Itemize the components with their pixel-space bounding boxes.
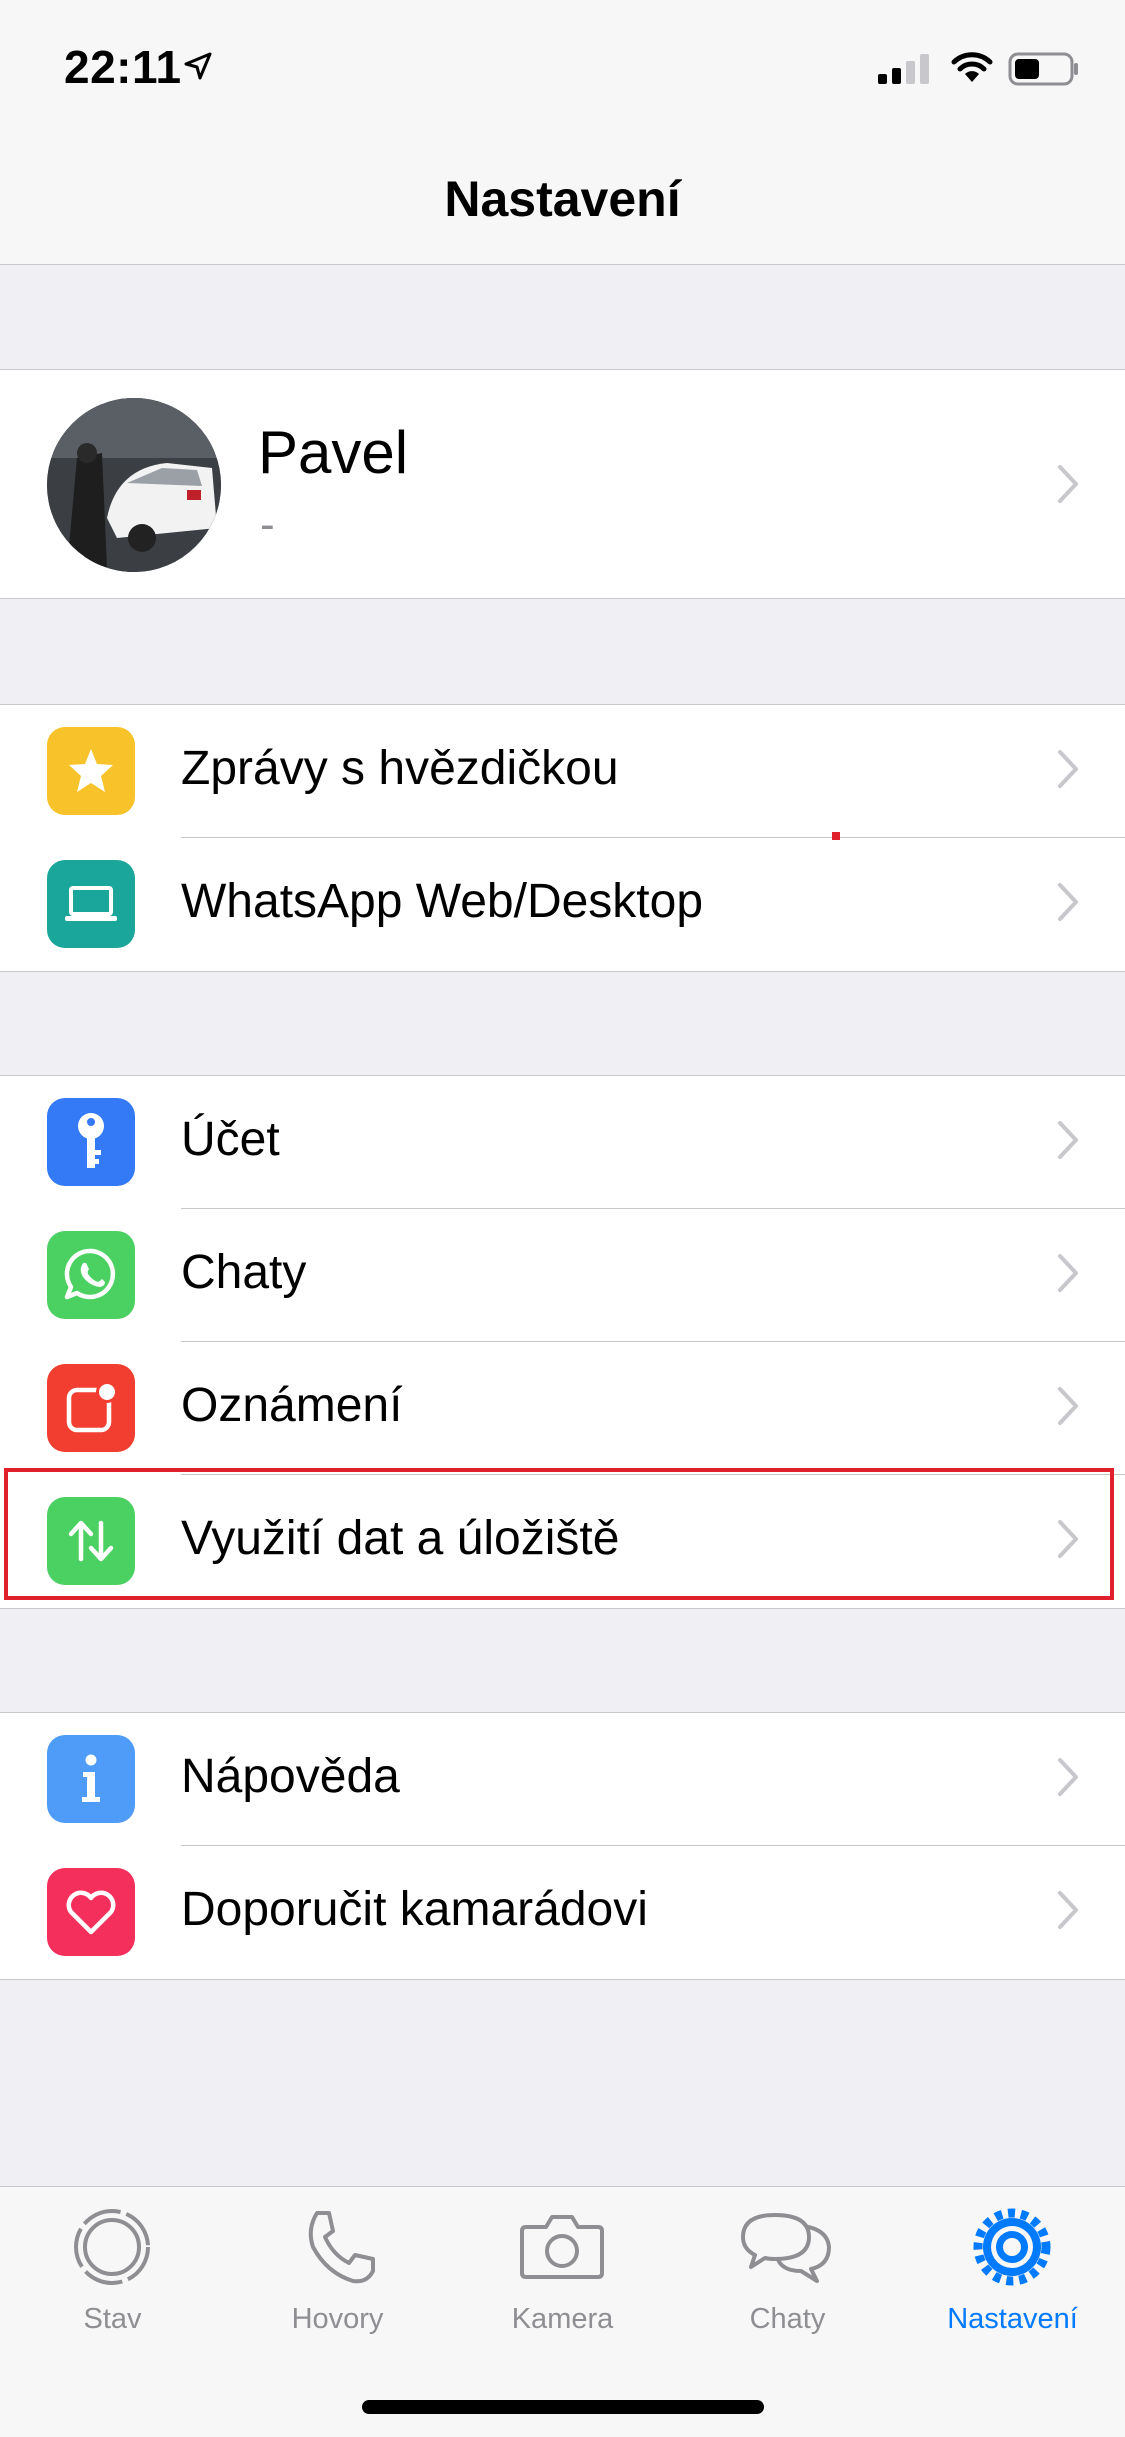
chevron-right-icon bbox=[1058, 883, 1078, 921]
row-chats[interactable]: Chaty bbox=[0, 1209, 1125, 1342]
settings-gear-icon bbox=[973, 2208, 1051, 2286]
row-label: Nápověda bbox=[181, 1750, 400, 1803]
cellular-signal-icon bbox=[878, 54, 929, 84]
highlight-box bbox=[4, 1468, 1114, 1600]
settings-group-3: Nápověda Doporučit kamarádovi bbox=[0, 1712, 1125, 1980]
battery-icon bbox=[1008, 52, 1078, 86]
row-label: Chaty bbox=[181, 1246, 307, 1299]
star-icon bbox=[47, 727, 135, 815]
row-label: Zprávy s hvězdičkou bbox=[181, 742, 619, 795]
row-whatsapp-web[interactable]: WhatsApp Web/Desktop bbox=[0, 838, 1125, 971]
status-bar: 22:11 bbox=[0, 0, 1125, 132]
row-label: Doporučit kamarádovi bbox=[181, 1883, 648, 1936]
row-help[interactable]: Nápověda bbox=[0, 1713, 1125, 1846]
location-arrow-icon bbox=[184, 52, 212, 80]
phone-icon bbox=[308, 2211, 375, 2284]
row-tell-friend[interactable]: Doporučit kamarádovi bbox=[0, 1846, 1125, 1979]
red-dot-marker bbox=[832, 832, 840, 840]
row-account[interactable]: Účet bbox=[0, 1076, 1125, 1209]
heart-icon bbox=[47, 1868, 135, 1956]
camera-icon bbox=[520, 2215, 604, 2279]
settings-group-1: Zprávy s hvězdičkou WhatsApp Web/Desktop bbox=[0, 704, 1125, 972]
laptop-icon bbox=[47, 860, 135, 948]
tab-chats[interactable]: Chaty bbox=[675, 2187, 900, 2347]
status-icon bbox=[74, 2209, 150, 2285]
chevron-right-icon bbox=[1058, 465, 1078, 503]
row-label: Oznámení bbox=[181, 1379, 403, 1432]
row-notifications[interactable]: Oznámení bbox=[0, 1342, 1125, 1475]
tab-label: Stav bbox=[83, 2303, 142, 2335]
tab-settings[interactable]: Nastavení bbox=[900, 2187, 1125, 2347]
whatsapp-icon bbox=[47, 1231, 135, 1319]
profile-name: Pavel bbox=[258, 419, 409, 486]
row-label: WhatsApp Web/Desktop bbox=[181, 875, 704, 928]
tab-camera[interactable]: Kamera bbox=[450, 2187, 675, 2347]
home-indicator[interactable] bbox=[362, 2400, 764, 2414]
tab-label: Nastavení bbox=[947, 2303, 1078, 2335]
chevron-right-icon bbox=[1058, 1387, 1078, 1425]
key-icon bbox=[47, 1098, 135, 1186]
tab-label: Kamera bbox=[511, 2303, 614, 2335]
tab-calls[interactable]: Hovory bbox=[225, 2187, 450, 2347]
notification-icon bbox=[47, 1364, 135, 1452]
row-starred-messages[interactable]: Zprávy s hvězdičkou bbox=[0, 705, 1125, 838]
tab-label: Hovory bbox=[291, 2303, 384, 2335]
profile-row[interactable]: Pavel - bbox=[0, 369, 1125, 599]
tab-label: Chaty bbox=[749, 2303, 826, 2335]
tab-status[interactable]: Stav bbox=[0, 2187, 225, 2347]
info-icon bbox=[47, 1735, 135, 1823]
wifi-icon bbox=[951, 52, 993, 82]
profile-status: - bbox=[260, 500, 275, 549]
row-label: Účet bbox=[181, 1113, 280, 1166]
chats-icon bbox=[741, 2213, 831, 2283]
chevron-right-icon bbox=[1058, 750, 1078, 788]
avatar bbox=[47, 398, 221, 572]
chevron-right-icon bbox=[1058, 1254, 1078, 1292]
page-title: Nastavení bbox=[444, 171, 681, 227]
chevron-right-icon bbox=[1058, 1121, 1078, 1159]
chevron-right-icon bbox=[1058, 1758, 1078, 1796]
chevron-right-icon bbox=[1058, 1891, 1078, 1929]
status-time: 22:11 bbox=[64, 41, 182, 93]
nav-bar: Nastavení bbox=[0, 132, 1125, 265]
